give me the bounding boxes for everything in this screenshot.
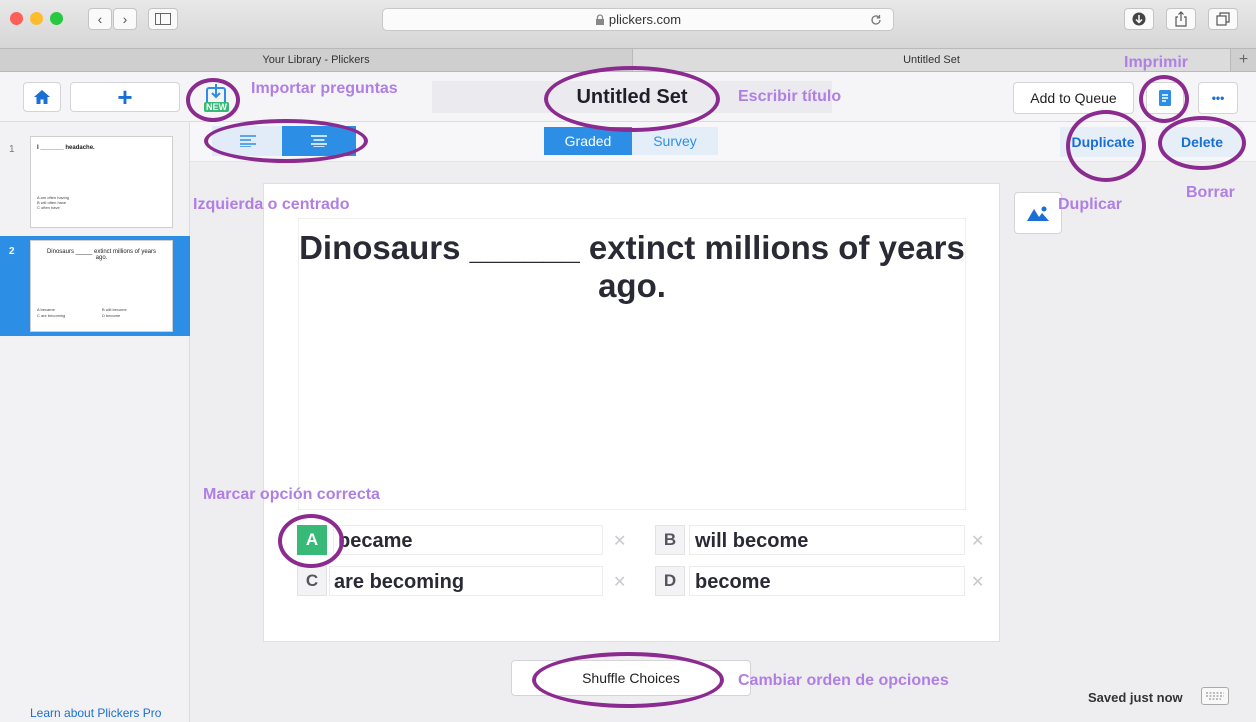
highlight-import — [186, 78, 240, 122]
clear-choice-icon[interactable]: ✕ — [971, 572, 984, 592]
choice-text: will become — [695, 530, 809, 552]
url-text: plickers.com — [608, 12, 682, 27]
add-to-queue-button[interactable]: Add to Queue — [1013, 82, 1134, 114]
choice-text: become — [695, 571, 771, 593]
highlight-duplicate — [1066, 110, 1146, 182]
highlight-print — [1139, 75, 1189, 123]
annotation-alineacion: Izquierda o centrado — [193, 196, 350, 213]
tab-label: Untitled Set — [903, 54, 960, 66]
new-question-button[interactable]: + — [70, 82, 180, 112]
tab-label: Your Library - Plickers — [262, 54, 370, 66]
address-bar[interactable]: plickers.com — [382, 8, 894, 31]
learn-about-pro-link[interactable]: Learn about Plickers Pro — [30, 706, 161, 720]
sidebar-item-1[interactable]: 1 I _______ headache. A am often having … — [0, 134, 190, 236]
thumb-choice: C often have — [37, 205, 60, 210]
highlight-correct-choice — [278, 514, 344, 568]
sidebar-item-2[interactable]: 2 Dinosaurs _____ extinct millions of ye… — [0, 236, 190, 336]
choice-text: are becoming — [334, 571, 465, 593]
reload-icon[interactable] — [870, 14, 882, 26]
choice-b[interactable]: B will become ✕ — [655, 525, 995, 557]
new-tab-button[interactable]: + — [1230, 49, 1256, 71]
more-options-button[interactable]: ••• — [1198, 82, 1238, 114]
choice-input[interactable]: became — [333, 525, 603, 555]
choice-input[interactable]: become — [689, 566, 965, 596]
tabs-overview-icon — [1216, 12, 1230, 26]
home-icon — [34, 90, 50, 104]
sidebar-icon — [155, 13, 171, 25]
annotation-marcar: Marcar opción correcta — [203, 486, 380, 503]
choice-c[interactable]: C are becoming ✕ — [297, 566, 637, 598]
question-number: 2 — [9, 246, 15, 257]
question-text[interactable]: Dinosaurs ______ extinct millions of yea… — [298, 218, 966, 510]
forward-button[interactable]: › — [113, 8, 137, 30]
choice-a[interactable]: A became ✕ — [297, 525, 637, 557]
annotation-imprimir: Imprimir — [1124, 54, 1189, 71]
downloads-button[interactable] — [1124, 8, 1154, 30]
sidebar-toggle-button[interactable] — [148, 8, 178, 30]
question-thumbnail: I _______ headache. A am often having B … — [30, 136, 173, 228]
highlight-delete — [1158, 116, 1246, 170]
back-button[interactable]: ‹ — [88, 8, 112, 30]
download-icon — [1132, 12, 1146, 26]
highlight-alignment — [204, 119, 368, 163]
clear-choice-icon[interactable]: ✕ — [613, 572, 626, 592]
thumb-choices: A am often having B will often have C of… — [37, 195, 69, 210]
tab-your-library[interactable]: Your Library - Plickers — [0, 49, 632, 71]
show-tabs-button[interactable] — [1208, 8, 1238, 30]
clear-choice-icon[interactable]: ✕ — [613, 531, 626, 551]
annotation-importar: Importar preguntas — [251, 80, 398, 97]
chevron-right-icon: › — [122, 11, 128, 27]
highlight-shuffle — [532, 652, 724, 708]
zoom-window-button[interactable] — [50, 12, 63, 25]
share-icon — [1175, 11, 1187, 27]
clear-choice-icon[interactable]: ✕ — [971, 531, 984, 551]
thumb-choice: C are becoming — [37, 313, 66, 318]
chevron-left-icon: ‹ — [97, 11, 103, 27]
question-thumbnail: Dinosaurs _____ extinct millions of year… — [30, 240, 173, 332]
annotation-cambiar: Cambiar orden de opciones — [738, 672, 949, 689]
annotation-titulo: Escribir título — [738, 88, 842, 105]
annotation-borrar: Borrar — [1186, 184, 1235, 201]
choice-letter[interactable]: D — [655, 566, 685, 596]
choice-input[interactable]: are becoming — [329, 566, 603, 596]
choice-letter[interactable]: C — [297, 566, 327, 596]
thumb-question: I _______ headache. — [37, 145, 95, 151]
thumb-choice: D become — [102, 313, 121, 318]
minimize-window-button[interactable] — [30, 12, 43, 25]
choice-d[interactable]: D become ✕ — [655, 566, 995, 598]
share-button[interactable] — [1166, 8, 1196, 30]
image-icon — [1027, 206, 1049, 221]
save-status: Saved just now — [1088, 690, 1183, 705]
home-button[interactable] — [23, 82, 61, 112]
thumb-choices: A became B will become C are becoming D … — [37, 307, 167, 319]
add-image-button[interactable] — [1014, 192, 1062, 234]
question-list-sidebar: 1 I _______ headache. A am often having … — [0, 122, 190, 722]
lock-icon — [595, 14, 604, 25]
close-window-button[interactable] — [10, 12, 23, 25]
annotation-duplicar: Duplicar — [1058, 196, 1123, 213]
browser-toolbar: ‹ › plickers.com — [0, 0, 1256, 48]
keyboard-shortcuts-button[interactable] — [1201, 687, 1229, 705]
highlight-title — [544, 66, 720, 132]
thumb-question: Dinosaurs _____ extinct millions of year… — [46, 249, 157, 261]
keyboard-icon — [1206, 692, 1224, 700]
question-number: 1 — [9, 144, 15, 155]
choice-text: became — [338, 530, 413, 552]
choice-letter[interactable]: B — [655, 525, 685, 555]
choice-input[interactable]: will become — [689, 525, 965, 555]
